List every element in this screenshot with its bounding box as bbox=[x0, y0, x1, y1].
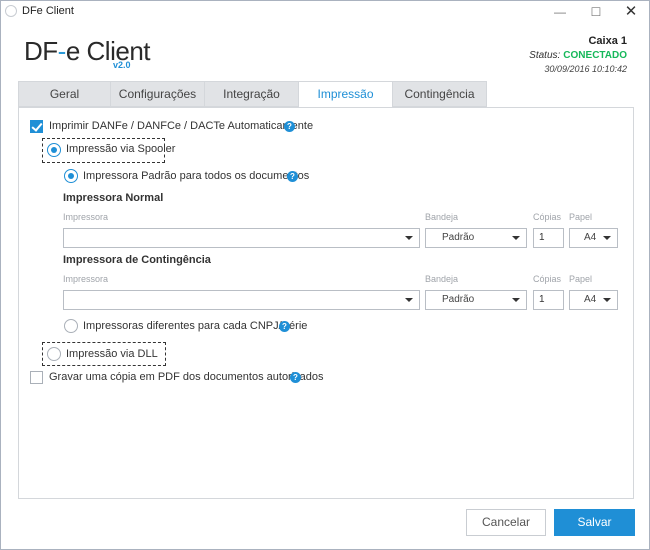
spooler-label: Impressão via Spooler bbox=[66, 143, 176, 155]
tab-content-impressao: Imprimir DANFe / DANFCe / DACTe Automati… bbox=[18, 107, 634, 499]
version-label: v2.0 bbox=[113, 60, 131, 70]
normal-printer-title: Impressora Normal bbox=[63, 192, 164, 204]
pdf-copy-help-icon[interactable]: ? bbox=[290, 372, 301, 383]
dll-label: Impressão via DLL bbox=[66, 348, 158, 360]
logo-dash: - bbox=[57, 36, 67, 66]
title-bar: DFe Client — ☐ ✕ bbox=[1, 1, 649, 23]
contingency-paper-field-label: Papel bbox=[569, 274, 593, 284]
close-button[interactable]: ✕ bbox=[613, 1, 649, 23]
tab-geral[interactable]: Geral bbox=[18, 81, 111, 107]
chevron-down-icon bbox=[603, 298, 611, 302]
status-label: Status: bbox=[529, 50, 561, 61]
per-cnpj-radio[interactable] bbox=[64, 319, 78, 333]
normal-tray-field-label: Bandeja bbox=[425, 212, 459, 222]
app-window: DFe Client — ☐ ✕ DF-e Client v2.0 Caixa … bbox=[0, 0, 650, 550]
normal-printer-field-label: Impressora bbox=[63, 212, 109, 222]
contingency-tray-field-label: Bandeja bbox=[425, 274, 459, 284]
contingency-tray-value: Padrão bbox=[442, 294, 475, 305]
chevron-down-icon bbox=[512, 298, 520, 302]
logo-text-df: DF bbox=[24, 36, 58, 66]
chevron-down-icon bbox=[405, 236, 413, 240]
auto-print-help-icon[interactable]: ? bbox=[284, 121, 295, 132]
tab-contingencia[interactable]: Contingência bbox=[392, 81, 487, 107]
dll-radio[interactable] bbox=[47, 347, 61, 361]
normal-tray-value: Padrão bbox=[442, 232, 475, 243]
minimize-button[interactable]: — bbox=[542, 1, 578, 23]
chevron-down-icon bbox=[405, 298, 413, 302]
tab-configuracoes[interactable]: Configurações bbox=[110, 81, 205, 107]
contingency-printer-field-label: Impressora bbox=[63, 274, 109, 284]
per-cnpj-label: Impressoras diferentes para cada CNPJ/Sé… bbox=[83, 320, 308, 332]
cancel-button[interactable]: Cancelar bbox=[466, 509, 546, 536]
logo-text-client: e Client bbox=[65, 36, 151, 66]
app-logo: DF-e Client bbox=[24, 36, 151, 67]
normal-copies-input[interactable]: 1 bbox=[533, 228, 564, 248]
contingency-printer-title: Impressora de Contingência bbox=[63, 254, 211, 266]
contingency-copies-input[interactable]: 1 bbox=[533, 290, 564, 310]
window-title: DFe Client bbox=[22, 5, 74, 17]
contingency-paper-value: A4 bbox=[584, 294, 597, 305]
status-value: CONECTADO bbox=[563, 50, 627, 61]
default-printer-label: Impressora Padrão para todos os document… bbox=[83, 170, 310, 182]
pdf-copy-checkbox[interactable] bbox=[30, 371, 43, 384]
normal-paper-field-label: Papel bbox=[569, 212, 593, 222]
auto-print-label: Imprimir DANFe / DANFCe / DACTe Automati… bbox=[49, 120, 314, 132]
contingency-tray-select[interactable]: Padrão bbox=[425, 290, 527, 310]
default-printer-radio[interactable] bbox=[64, 169, 78, 183]
contingency-copies-field-label: Cópias bbox=[533, 274, 562, 284]
status-line: Status: CONECTADO bbox=[529, 49, 627, 62]
default-printer-help-icon[interactable]: ? bbox=[287, 171, 298, 182]
app-icon bbox=[5, 5, 17, 17]
tab-impressao[interactable]: Impressão bbox=[298, 81, 393, 108]
caixa-label: Caixa 1 bbox=[588, 35, 627, 47]
status-datetime: 30/09/2016 10:10:42 bbox=[544, 64, 627, 74]
normal-copies-field-label: Cópias bbox=[533, 212, 562, 222]
maximize-button[interactable]: ☐ bbox=[578, 1, 614, 23]
pdf-copy-label: Gravar uma cópia em PDF dos documentos a… bbox=[49, 371, 324, 383]
contingency-printer-select[interactable] bbox=[63, 290, 420, 310]
spooler-radio[interactable] bbox=[47, 143, 61, 157]
chevron-down-icon bbox=[512, 236, 520, 240]
normal-tray-select[interactable]: Padrão bbox=[425, 228, 527, 248]
normal-paper-select[interactable]: A4 bbox=[569, 228, 618, 248]
normal-printer-select[interactable] bbox=[63, 228, 420, 248]
contingency-paper-select[interactable]: A4 bbox=[569, 290, 618, 310]
normal-paper-value: A4 bbox=[584, 232, 597, 243]
tab-integracao[interactable]: Integração bbox=[204, 81, 299, 107]
auto-print-checkbox[interactable] bbox=[30, 120, 43, 133]
chevron-down-icon bbox=[603, 236, 611, 240]
status-panel: Caixa 1 Status: CONECTADO 30/09/2016 10:1… bbox=[529, 35, 627, 76]
save-button[interactable]: Salvar bbox=[554, 509, 635, 536]
per-cnpj-help-icon[interactable]: ? bbox=[279, 321, 290, 332]
